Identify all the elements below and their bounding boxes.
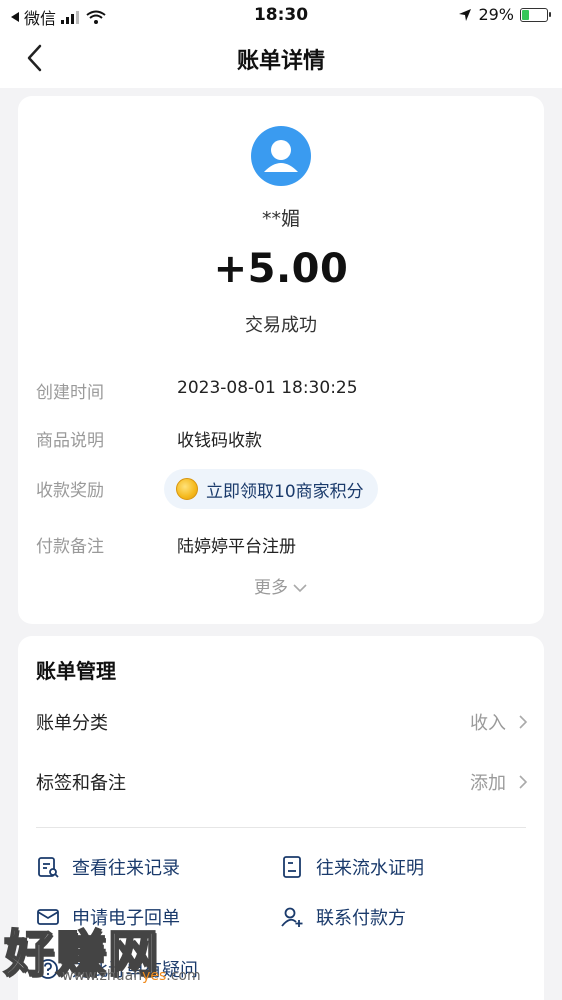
detail-label-description: 商品说明 — [36, 431, 104, 451]
bill-category-label: 账单分类 — [36, 713, 108, 734]
e-receipt-label: 申请电子回单 — [72, 908, 180, 929]
coin-icon — [176, 478, 198, 500]
chevron-right-icon — [519, 715, 528, 729]
status-bar: 微信 18:30 29% — [0, 0, 562, 30]
detail-value-created-time: 2023-08-01 18:30:25 — [177, 378, 358, 398]
divider — [36, 827, 526, 828]
battery-icon — [520, 7, 551, 22]
reward-text: 立即领取10商家积分 — [206, 481, 364, 502]
detail-value-description: 收钱码收款 — [177, 431, 262, 451]
location-arrow-icon — [459, 8, 472, 21]
transaction-card: **媚 +5.00 交易成功 创建时间 2023-08-01 18:30:25 … — [18, 96, 544, 624]
transaction-status: 交易成功 — [245, 315, 317, 336]
more-button[interactable]: 更多 — [18, 573, 544, 598]
payer-name: **媚 — [261, 208, 300, 230]
chevron-down-icon — [293, 584, 307, 593]
order-question-button[interactable]: 对此订单有疑问 — [36, 954, 198, 984]
user-avatar-icon — [264, 140, 298, 172]
nav-bar: 账单详情 — [0, 30, 562, 88]
status-right: 29% — [458, 5, 551, 24]
statement-icon — [283, 856, 301, 878]
avatar[interactable] — [251, 126, 311, 186]
contact-user-icon — [281, 907, 303, 927]
bill-category-row[interactable]: 账单分类 收入 — [18, 702, 544, 742]
contact-payer-button[interactable]: 联系付款方 — [280, 902, 406, 932]
records-icon — [38, 857, 59, 878]
section-title: 账单管理 — [36, 659, 116, 683]
statement-proof-button[interactable]: 往来流水证明 — [280, 852, 424, 882]
question-icon — [38, 959, 58, 979]
bill-management-card: 账单管理 账单分类 收入 标签和备注 添加 查看往来记录 往来流水证明 申请电子… — [18, 636, 544, 1000]
statement-proof-label: 往来流水证明 — [316, 858, 424, 879]
detail-label-remark: 付款备注 — [36, 537, 104, 557]
contact-payer-label: 联系付款方 — [316, 908, 406, 929]
order-question-label: 对此订单有疑问 — [72, 960, 198, 981]
view-records-button[interactable]: 查看往来记录 — [36, 852, 180, 882]
battery-percent: 29% — [478, 5, 514, 24]
detail-label-reward: 收款奖励 — [36, 481, 104, 501]
claim-reward-button[interactable]: 立即领取10商家积分 — [164, 469, 378, 509]
bill-category-value: 收入 — [470, 713, 506, 734]
e-receipt-button[interactable]: 申请电子回单 — [36, 902, 180, 932]
tags-remarks-row[interactable]: 标签和备注 添加 — [18, 762, 544, 802]
transaction-amount: +5.00 — [213, 246, 349, 292]
chevron-right-icon — [519, 775, 528, 789]
detail-value-remark: 陆婷婷平台注册 — [177, 537, 296, 557]
view-records-label: 查看往来记录 — [72, 858, 180, 879]
page-title: 账单详情 — [236, 49, 325, 74]
detail-label-created-time: 创建时间 — [36, 383, 104, 403]
tags-remarks-label: 标签和备注 — [36, 773, 126, 794]
receipt-mail-icon — [37, 909, 59, 925]
tags-remarks-value: 添加 — [470, 773, 506, 794]
more-label: 更多 — [254, 578, 288, 598]
